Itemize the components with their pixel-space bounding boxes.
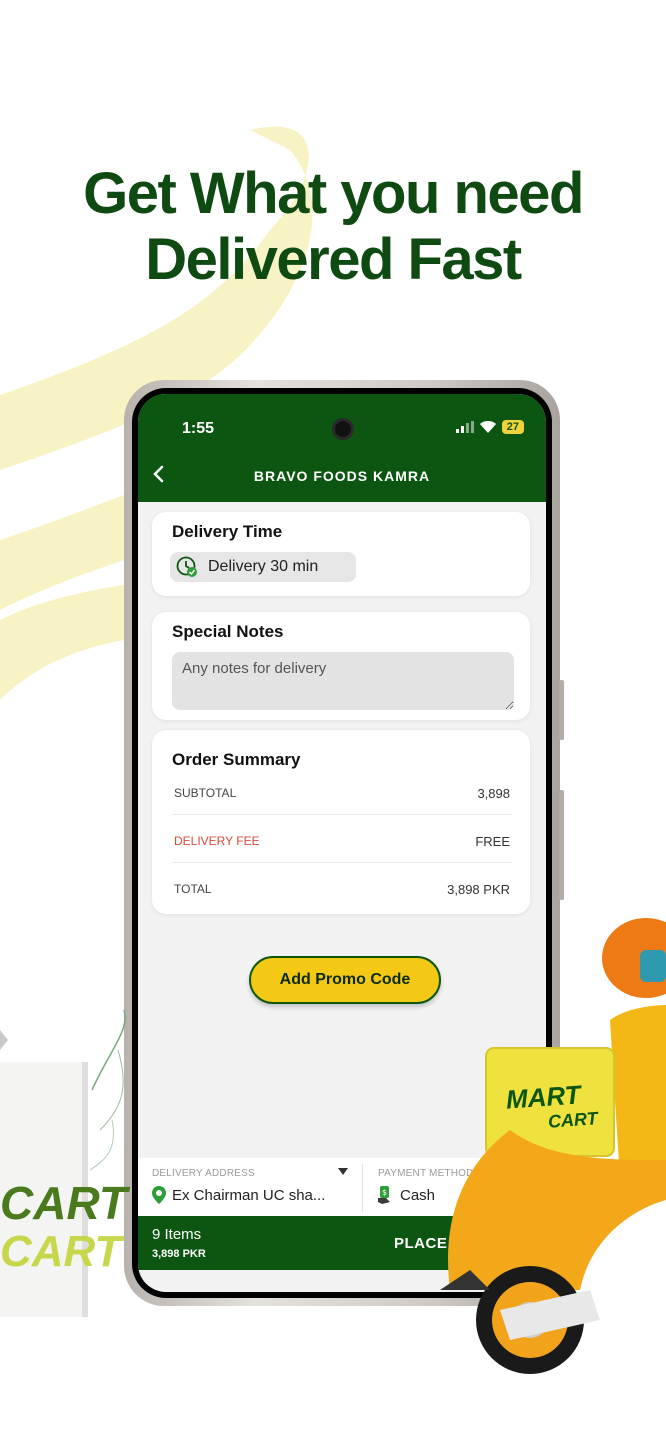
caret-down-icon — [338, 1168, 348, 1175]
item-count: 9 Items — [152, 1226, 202, 1243]
svg-text:$: $ — [382, 1188, 387, 1197]
notes-input[interactable] — [172, 652, 514, 710]
delivery-time-chip-label: Delivery 30 min — [208, 558, 319, 575]
app-header: 1:55 27 BRAVO FOODS KAMRA — [138, 394, 546, 502]
delivery-fee-value: FREE — [475, 834, 510, 849]
wifi-icon — [479, 421, 496, 433]
camera-cutout — [332, 418, 354, 440]
special-notes-title: Special Notes — [172, 622, 284, 641]
signal-icon — [455, 421, 474, 433]
location-pin-icon — [152, 1186, 166, 1204]
headline-line-2: Delivered Fast — [145, 227, 522, 292]
payment-method-value-row: $ Cash — [378, 1186, 435, 1204]
info-separator — [362, 1164, 363, 1212]
bag-logo-line-1: CART — [0, 1177, 127, 1229]
delivery-time-card: Delivery Time Delivery 30 min — [152, 512, 530, 596]
order-total: 3,898 PKR — [152, 1248, 206, 1260]
summary-divider — [172, 862, 512, 863]
delivery-fee-row: DELIVERY FEE FREE — [174, 834, 510, 849]
delivery-address-label: DELIVERY ADDRESS — [152, 1168, 255, 1179]
delivery-address-value-row: Ex Chairman UC sha... — [152, 1186, 325, 1204]
store-title: BRAVO FOODS KAMRA — [253, 468, 431, 484]
total-row: TOTAL 3,898 PKR — [174, 882, 510, 897]
total-label: TOTAL — [174, 882, 212, 896]
battery-icon: 27 — [501, 420, 524, 434]
order-summary-card: Order Summary SUBTOTAL 3,898 DELIVERY FE… — [152, 730, 530, 914]
delivery-time-chip[interactable]: Delivery 30 min — [170, 552, 356, 582]
headline-line-1: Get What you need — [83, 161, 584, 226]
order-summary-title: Order Summary — [172, 750, 301, 769]
rider-box-logo-line-2: CART — [547, 1108, 599, 1132]
delivery-rider-illustration — [440, 918, 666, 1374]
phone-side-button — [559, 680, 564, 740]
total-value: 3,898 PKR — [447, 882, 510, 897]
delivery-address-value: Ex Chairman UC sha... — [172, 1186, 326, 1204]
subtotal-value: 3,898 — [477, 786, 510, 801]
phone-volume-button — [559, 790, 564, 900]
delivery-fee-label: DELIVERY FEE — [174, 834, 260, 848]
status-time: 1:55 — [182, 420, 215, 437]
clock-check-icon — [176, 556, 197, 577]
special-notes-card: Special Notes — [152, 612, 530, 720]
summary-divider — [172, 814, 512, 815]
delivery-time-title: Delivery Time — [172, 522, 283, 541]
subtotal-label: SUBTOTAL — [174, 786, 237, 800]
add-promo-code-button[interactable]: Add Promo Code — [249, 956, 441, 1004]
subtotal-row: SUBTOTAL 3,898 — [174, 786, 510, 801]
status-icons: 27 — [455, 420, 524, 434]
bag-logo-line-2: CART — [0, 1227, 122, 1276]
cash-hand-icon: $ — [378, 1186, 390, 1204]
